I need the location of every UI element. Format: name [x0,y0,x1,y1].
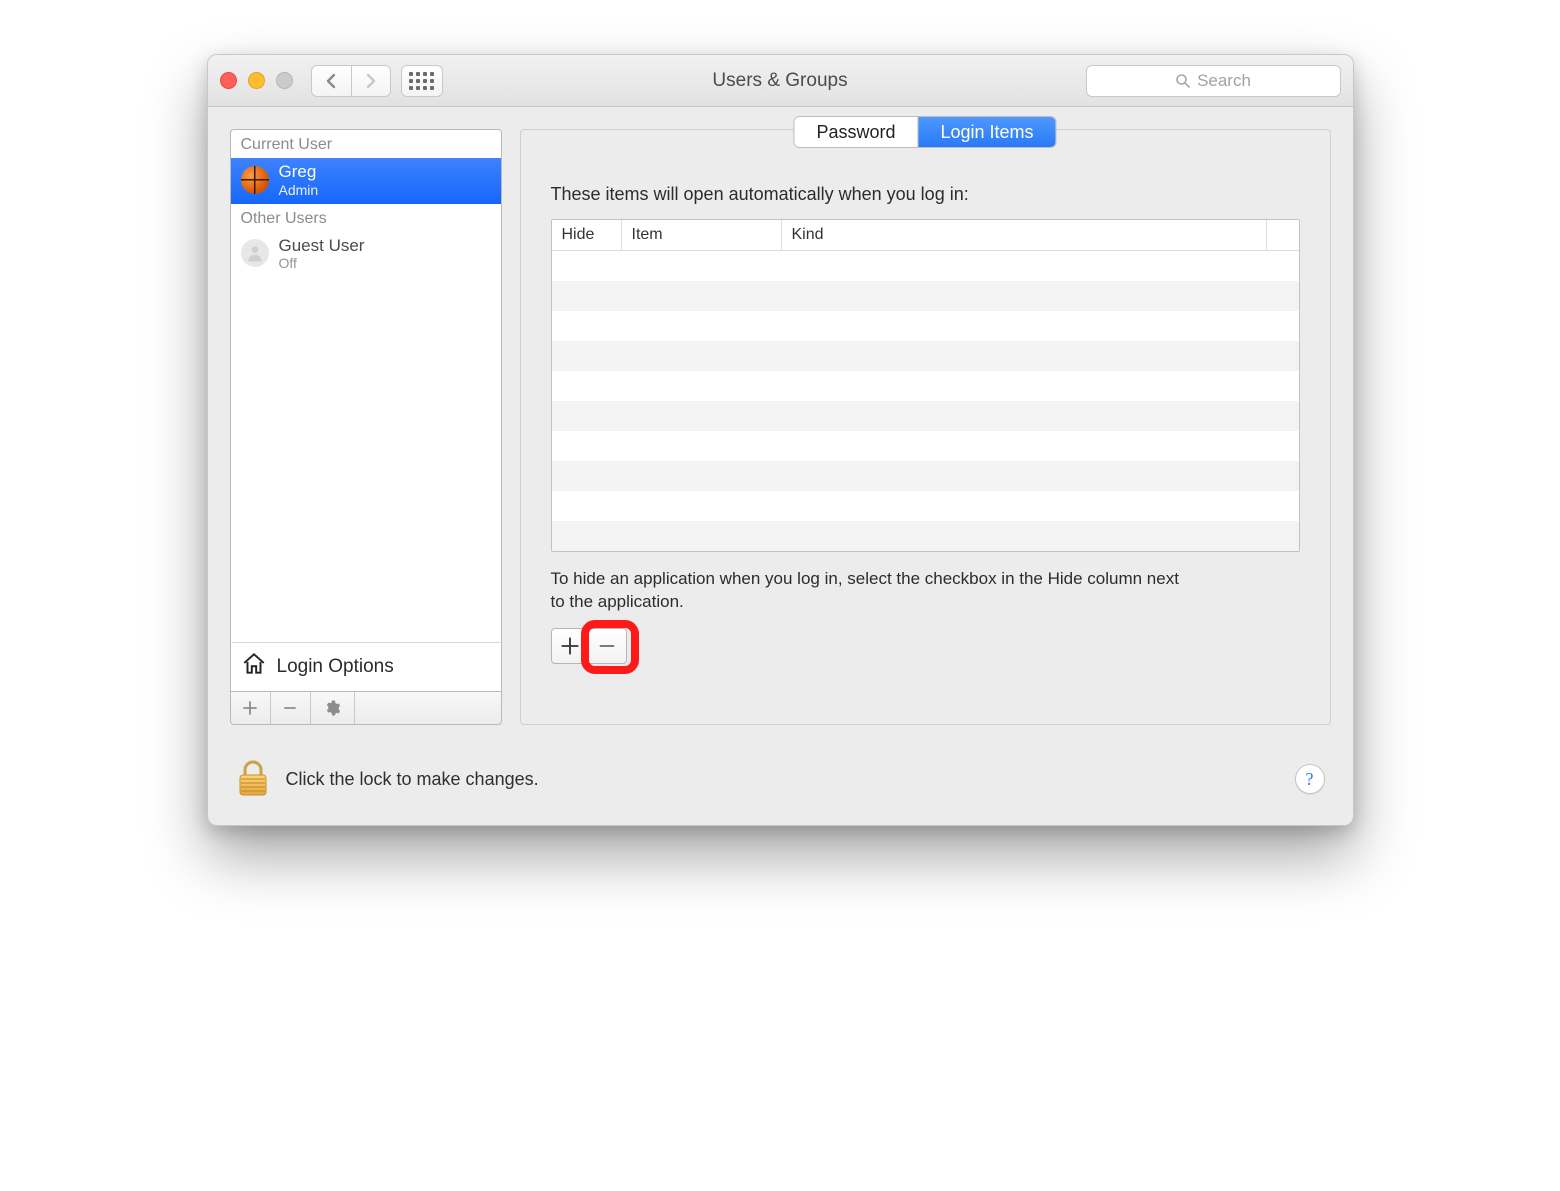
table-row [552,251,1299,281]
login-items-table: Hide Item Kind [551,219,1300,552]
user-role: Admin [279,182,319,198]
table-row [552,491,1299,521]
user-name: Greg [279,162,319,182]
toolbar-spacer [355,692,501,724]
search-icon [1175,73,1191,89]
sidebar-user-guest[interactable]: Guest User Off [231,232,501,278]
column-kind[interactable]: Kind [782,220,1267,250]
chevron-right-icon [365,73,377,89]
table-row [552,401,1299,431]
login-options-label: Login Options [277,656,394,678]
help-icon: ? [1306,769,1314,790]
column-hide[interactable]: Hide [552,220,622,250]
gear-icon [323,699,341,717]
table-row [552,281,1299,311]
table-row [552,341,1299,371]
search-placeholder: Search [1197,71,1251,91]
remove-login-item-button[interactable] [589,628,627,664]
table-row [552,371,1299,401]
search-input[interactable]: Search [1086,65,1341,97]
lock-hint-text: Click the lock to make changes. [286,769,539,790]
minimize-window-button[interactable] [248,72,265,89]
actions-menu-button[interactable] [311,692,355,724]
close-window-button[interactable] [220,72,237,89]
chevron-left-icon [325,73,337,89]
sidebar-user-greg[interactable]: Greg Admin [231,158,501,204]
tab-bar: Password Login Items [793,116,1056,148]
titlebar: Users & Groups Search [208,55,1353,107]
table-header: Hide Item Kind [552,220,1299,251]
user-avatar-icon [241,166,269,194]
plus-icon [243,701,257,715]
nav-buttons [311,65,391,97]
house-icon [241,651,267,683]
user-name: Guest User [279,236,365,256]
table-row [552,311,1299,341]
sidebar-toolbar [230,692,502,725]
lock-icon [236,759,270,799]
remove-user-button[interactable] [271,692,311,724]
table-row [552,461,1299,491]
plus-icon [561,637,579,655]
login-items-description: These items will open automatically when… [551,184,1300,205]
add-user-button[interactable] [231,692,271,724]
forward-button[interactable] [351,65,391,97]
grid-icon [409,72,434,90]
prefs-window: Users & Groups Search Current User Greg … [207,54,1354,826]
column-scroll-gutter [1267,220,1299,250]
table-body[interactable] [552,251,1299,551]
zoom-window-button[interactable] [276,72,293,89]
window-controls [220,72,293,89]
minus-icon [598,637,616,655]
other-users-section-label: Other Users [231,204,501,232]
user-sidebar: Current User Greg Admin Other Users [230,129,502,725]
back-button[interactable] [311,65,351,97]
content-area: Current User Greg Admin Other Users [208,107,1353,743]
column-item[interactable]: Item [622,220,782,250]
login-options-row[interactable]: Login Options [230,642,502,692]
minus-icon [283,701,297,715]
main-panel: Password Login Items These items will op… [520,129,1331,725]
table-row [552,521,1299,551]
show-all-button[interactable] [401,65,443,97]
tab-password[interactable]: Password [794,117,917,147]
add-login-item-button[interactable] [551,628,589,664]
hide-hint-text: To hide an application when you log in, … [551,568,1191,614]
current-user-section-label: Current User [231,130,501,158]
guest-avatar-icon [241,239,269,267]
help-button[interactable]: ? [1295,764,1325,794]
tab-login-items[interactable]: Login Items [917,117,1055,147]
user-role: Off [279,255,365,271]
lock-button[interactable] [236,759,270,799]
add-remove-controls [551,628,627,664]
table-row [552,431,1299,461]
footer: Click the lock to make changes. ? [208,743,1353,825]
